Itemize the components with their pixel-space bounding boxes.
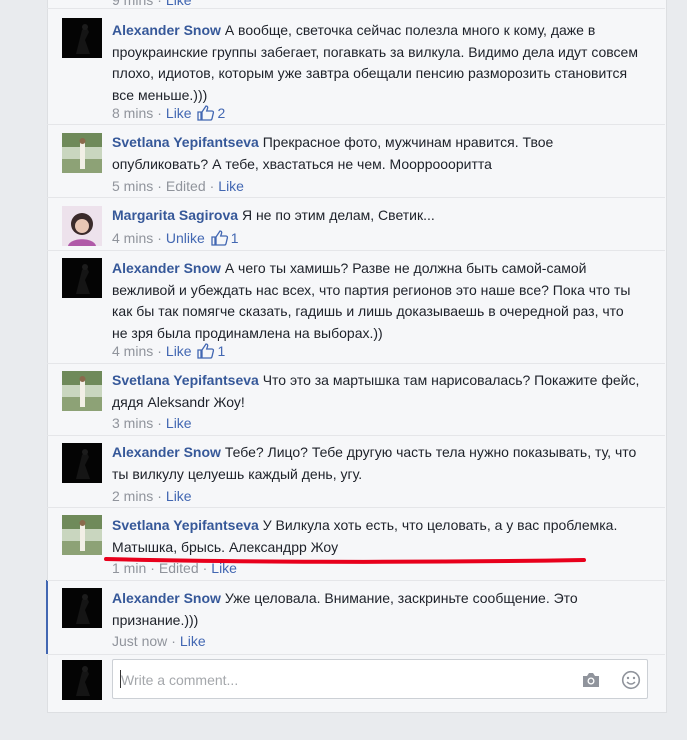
comment-author[interactable]: Svetlana Yepifantseva [112,372,259,388]
comment-time[interactable]: Just now [112,633,167,649]
comment-time[interactable]: 2 mins [112,488,153,504]
comment-author[interactable]: Margarita Sagirova [112,207,238,223]
avatar[interactable] [62,133,102,173]
like-link[interactable]: Like [166,415,192,431]
divider [47,363,665,364]
like-count[interactable]: 1 [217,343,225,359]
comment-body: Svetlana Yepifantseva Что это за мартышк… [112,370,642,413]
comment-time[interactable]: 5 mins [112,178,153,194]
comment-time: 9 mins [112,0,154,8]
new-comment-indicator [46,580,48,654]
comment-meta: Just now · Like [112,633,206,649]
divider [47,654,665,655]
like-link[interactable]: Like [180,633,206,649]
emoji-icon[interactable] [621,670,641,690]
comment-body: Margarita Sagirova Я не по этим делам, С… [112,205,642,227]
like-link[interactable]: Like [211,560,237,576]
comment-text: Я не по этим делам, Светик... [241,207,435,223]
comment-input[interactable] [119,660,563,700]
current-user-avatar [62,660,102,700]
avatar[interactable] [62,588,102,628]
divider [47,507,665,508]
comment-time[interactable]: 4 mins [112,343,153,359]
comment-body: Alexander Snow А вообще, светочка сейчас… [112,20,642,106]
like-link[interactable]: Like [166,488,192,504]
comment-author[interactable]: Alexander Snow [112,590,221,606]
comment-meta: 2 mins · Like [112,488,192,504]
divider [47,250,665,251]
divider [47,435,665,436]
comment-meta: 8 mins · Like 2 [112,104,225,125]
like-link[interactable]: Like [166,0,192,8]
comment-time[interactable]: 4 mins [112,230,153,246]
comment-composer[interactable] [112,659,648,700]
comment-meta: 4 mins · Like 1 [112,342,225,363]
comment-author[interactable]: Alexander Snow [112,444,221,460]
edited-label[interactable]: Edited [159,560,199,576]
unlike-link[interactable]: Unlike [166,230,205,246]
like-count[interactable]: 2 [217,105,225,121]
comment-body: Svetlana Yepifantseva Прекрасное фото, м… [112,132,642,175]
comment-time[interactable]: 3 mins [112,415,153,431]
avatar[interactable] [62,18,102,58]
like-link[interactable]: Like [218,178,244,194]
thumbs-up-icon[interactable] [197,343,215,363]
like-count[interactable]: 1 [231,230,239,246]
comment-time[interactable]: 1 min [112,560,146,576]
avatar[interactable] [62,206,102,246]
avatar[interactable] [62,371,102,411]
comment-author[interactable]: Svetlana Yepifantseva [112,517,259,533]
comment-author[interactable]: Alexander Snow [112,260,221,276]
comment-meta: 4 mins · Unlike 1 [112,229,239,250]
camera-icon[interactable] [581,671,601,689]
like-link[interactable]: Like [166,105,192,121]
thumbs-up-icon[interactable] [197,105,215,125]
comment-body: Alexander Snow А чего ты хамишь? Разве н… [112,258,642,344]
comment-meta: 3 mins · Like [112,415,192,431]
avatar[interactable] [62,443,102,483]
comment-body: Alexander Snow Тебе? Лицо? Тебе другую ч… [112,442,642,485]
comment-author[interactable]: Svetlana Yepifantseva [112,134,259,150]
comment-author[interactable]: Alexander Snow [112,22,221,38]
avatar[interactable] [62,258,102,298]
text-caret [120,670,121,688]
like-link[interactable]: Like [166,343,192,359]
comment-time[interactable]: 8 mins [112,105,153,121]
comment-body: Alexander Snow Уже целовала. Внимание, з… [112,588,642,631]
divider [47,197,665,198]
divider [47,8,665,9]
comment-body: Svetlana Yepifantseva У Вилкула хоть ест… [112,515,642,558]
thumbs-up-icon[interactable] [211,230,229,250]
divider [47,580,665,581]
avatar[interactable] [62,515,102,555]
edited-label[interactable]: Edited [166,178,206,194]
comment-meta: 1 min · Edited · Like [112,560,237,576]
comment-meta: 5 mins · Edited · Like [112,178,244,194]
